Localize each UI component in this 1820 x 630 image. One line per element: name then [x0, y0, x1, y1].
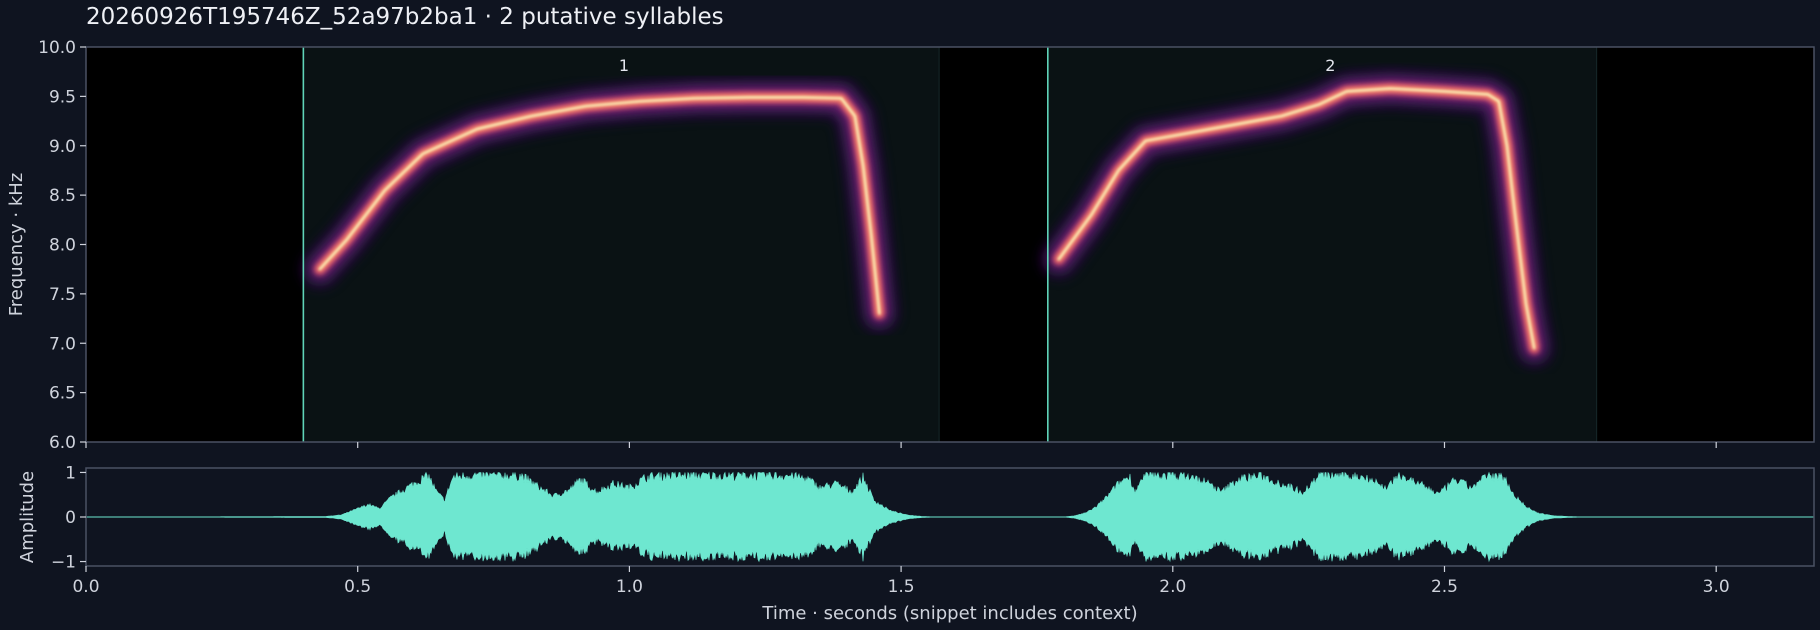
amplitude-tick-label: −1: [51, 553, 76, 573]
waveform-panel: 1 0 −1 0.0 0.5 1.0 1.5 2.0 2.5 3.0 Amplitude: [17, 463, 1815, 597]
frequency-tick-label: 7.0: [49, 334, 76, 354]
frequency-tick-label: 9.0: [49, 137, 76, 157]
amplitude-tick-label: 0: [65, 508, 76, 528]
syllable-label-1: 1: [619, 56, 629, 75]
time-tick-label: 0.0: [72, 577, 99, 597]
frequency-tick-label: 6.0: [49, 433, 76, 453]
spectrogram-time-ticks: [85, 442, 1717, 448]
frequency-tick-label: 9.5: [49, 87, 76, 107]
time-axis: 0.0 0.5 1.0 1.5 2.0 2.5 3.0: [72, 566, 1730, 597]
time-tick-label: 2.5: [1431, 577, 1458, 597]
syllable-figure: 20260926T195746Z_52a97b2ba1 · 2 putative…: [6, 4, 1815, 624]
time-axis-label: Time · seconds (snippet includes context…: [761, 603, 1137, 624]
amplitude-tick-label: 1: [65, 463, 76, 483]
amplitude-axis-label: Amplitude: [17, 471, 38, 563]
amplitude-axis: 1 0 −1: [51, 463, 86, 573]
chart-title: 20260926T195746Z_52a97b2ba1 · 2 putative…: [86, 4, 724, 30]
spectrogram-panel: 1 2 6.0 6.5 7.0 7.5 8.0 8.5 9.0 9.5 10.0 Frequenc…: [6, 38, 1815, 453]
frequency-axis-label: Frequency · kHz: [6, 173, 27, 317]
time-tick-label: 1.0: [616, 577, 643, 597]
frequency-tick-label: 6.5: [49, 384, 76, 404]
time-tick-label: 1.5: [888, 577, 915, 597]
time-tick-label: 0.5: [344, 577, 371, 597]
frequency-tick-label: 10.0: [38, 38, 76, 58]
frequency-axis: 6.0 6.5 7.0 7.5 8.0 8.5 9.0 9.5 10.0: [38, 38, 86, 453]
syllable-label-2: 2: [1325, 56, 1335, 75]
time-tick-label: 2.0: [1159, 577, 1186, 597]
frequency-tick-label: 7.5: [49, 285, 76, 305]
time-tick-label: 3.0: [1703, 577, 1730, 597]
frequency-tick-label: 8.5: [49, 186, 76, 206]
frequency-tick-label: 8.0: [49, 236, 76, 256]
